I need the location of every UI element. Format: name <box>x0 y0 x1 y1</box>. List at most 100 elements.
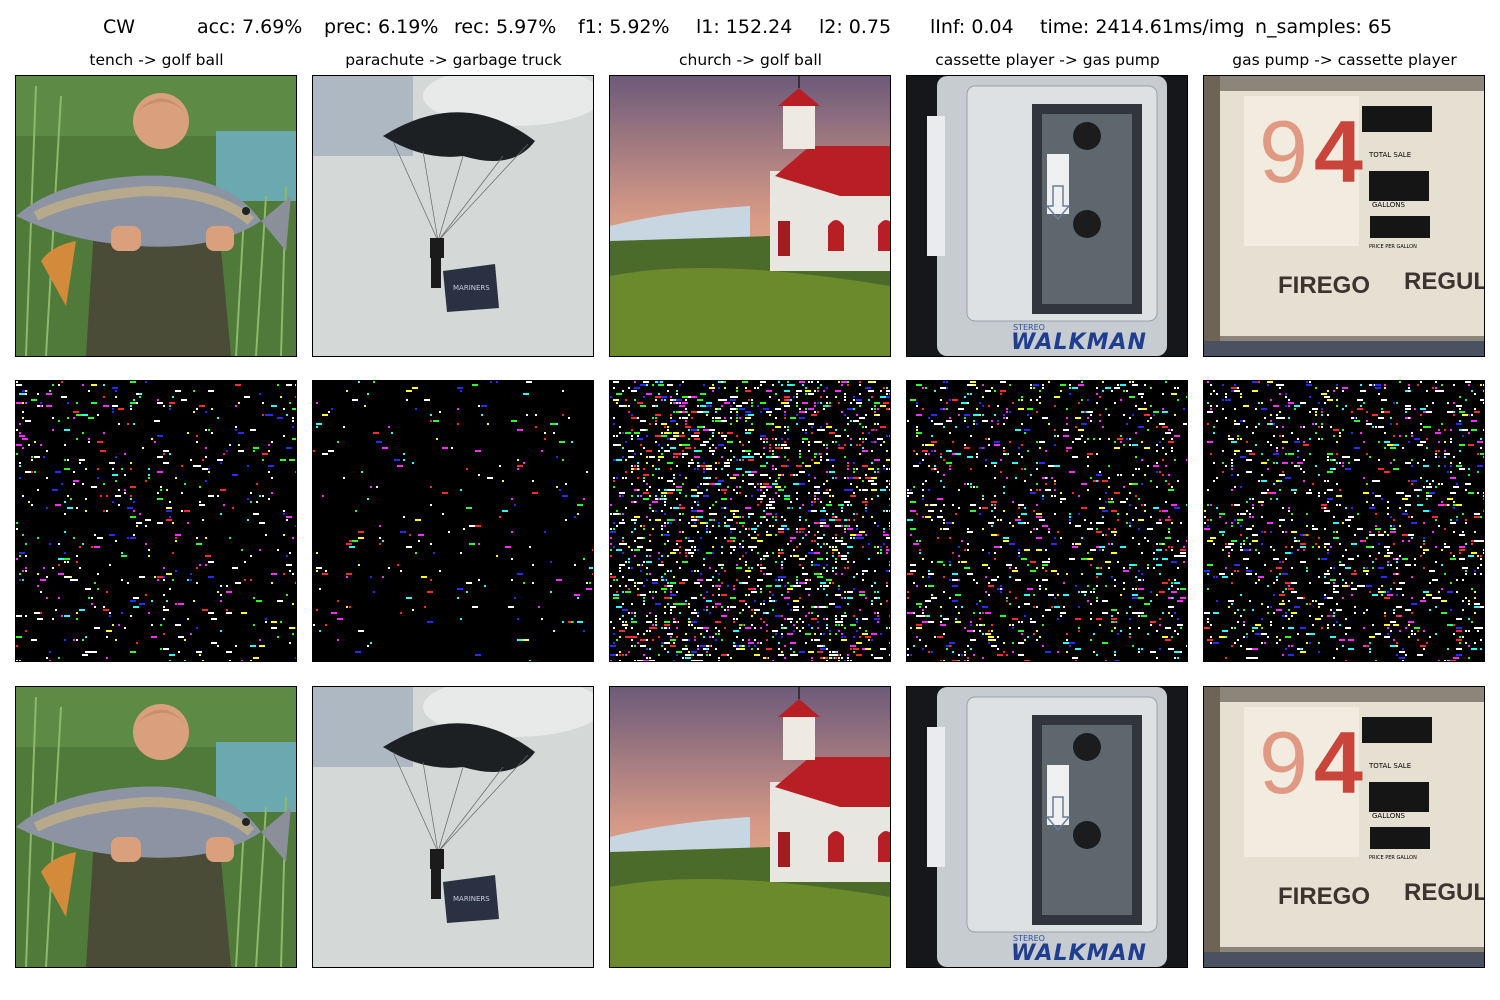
perturbation-pixel <box>853 648 859 650</box>
perturbation-pixel <box>1333 615 1335 617</box>
perturbation-pixel <box>982 657 984 659</box>
perturbation-pixel <box>841 540 843 542</box>
perturbation-pixel <box>655 510 657 512</box>
perturbation-map <box>610 381 890 661</box>
perturbation-pixel <box>253 597 255 599</box>
perturbation-pixel <box>1207 504 1209 506</box>
perturbation-pixel <box>655 420 657 422</box>
perturbation-pixel <box>130 537 136 539</box>
perturbation-pixel <box>1030 531 1032 533</box>
perturbation-pixel <box>1483 549 1484 551</box>
perturbation-pixel <box>1429 570 1435 572</box>
perturbation-pixel <box>220 513 222 515</box>
perturbation-pixel <box>874 381 876 383</box>
perturbation-pixel <box>1165 537 1171 539</box>
perturbation-pixel <box>742 624 744 626</box>
perturbation-pixel <box>1123 390 1125 392</box>
perturbation-pixel <box>625 405 627 407</box>
perturbation-pixel <box>322 453 328 455</box>
perturbation-pixel <box>685 399 687 401</box>
perturbation-pixel <box>646 549 652 551</box>
perturbation-pixel <box>1426 405 1428 407</box>
perturbation-pixel <box>208 612 214 614</box>
perturbation-pixel <box>646 567 648 569</box>
perturbation-pixel <box>652 417 654 419</box>
perturbation-pixel <box>907 654 909 656</box>
perturbation-pixel <box>268 465 274 467</box>
perturbation-pixel <box>250 579 252 581</box>
perturbation-pixel <box>730 396 736 398</box>
perturbation-pixel <box>457 408 459 410</box>
perturbation-pixel <box>34 456 40 458</box>
perturbation-pixel <box>199 654 201 656</box>
perturbation-pixel <box>661 399 663 401</box>
perturbation-pixel <box>535 426 537 428</box>
perturbation-pixel <box>676 402 678 404</box>
perturbation-pixel <box>124 492 126 494</box>
perturbation-pixel <box>1444 546 1450 548</box>
perturbation-pixel <box>1336 483 1338 485</box>
perturbation-pixel <box>850 420 852 422</box>
perturbation-pixel <box>622 432 624 434</box>
perturbation-pixel <box>748 642 754 644</box>
perturbation-pixel <box>1309 603 1311 605</box>
perturbation-pixel <box>943 528 949 530</box>
perturbation-pixel <box>610 504 612 506</box>
perturbation-pixel <box>148 549 150 551</box>
perturbation-pixel <box>589 567 593 569</box>
perturbation-pixel <box>832 552 834 554</box>
perturbation-pixel <box>115 456 117 458</box>
perturbation-pixel <box>1387 591 1389 593</box>
perturbation-pixel <box>820 441 822 443</box>
column-title-1: tench -> golf ball <box>89 51 224 69</box>
perturbation-pixel <box>1330 579 1336 581</box>
perturbation-pixel <box>703 558 705 560</box>
perturbation-pixel <box>1273 462 1275 464</box>
perturbation-pixel <box>706 531 708 533</box>
perturbation-pixel <box>928 489 930 491</box>
perturbation-pixel <box>778 579 780 581</box>
perturbation-pixel <box>265 534 267 536</box>
perturbation-pixel <box>145 525 147 527</box>
perturbation-pixel <box>400 570 402 572</box>
perturbation-pixel <box>829 633 831 635</box>
perturbation-pixel <box>796 627 798 629</box>
perturbation-pixel <box>796 528 798 530</box>
perturbation-pixel <box>160 486 162 488</box>
perturbation-pixel <box>31 471 33 473</box>
perturbation-pixel <box>688 540 694 542</box>
perturbation-pixel <box>1444 660 1446 661</box>
perturbation-pixel <box>253 450 255 452</box>
perturbation-pixel <box>775 444 777 446</box>
perturbation-pixel <box>694 516 696 518</box>
perturbation-pixel <box>646 648 648 650</box>
perturbation-pixel <box>985 390 991 392</box>
perturbation-pixel <box>751 567 753 569</box>
perturbation-pixel <box>1267 381 1273 383</box>
perturbation-pixel <box>1459 396 1461 398</box>
perturbation-pixel <box>205 447 207 449</box>
perturbation-pixel <box>733 630 739 632</box>
perturbation-pixel <box>1210 408 1212 410</box>
perturbation-pixel <box>712 435 714 437</box>
perturbation-pixel <box>562 414 564 416</box>
perturbation-pixel <box>1444 543 1446 545</box>
perturbation-pixel <box>238 444 240 446</box>
perturbation-pixel <box>988 552 990 554</box>
perturbation-pixel <box>220 600 222 602</box>
perturbation-pixel <box>319 567 321 569</box>
perturbation-pixel <box>1477 492 1479 494</box>
perturbation-pixel <box>907 489 909 491</box>
perturbation-pixel <box>631 639 633 641</box>
perturbation-pixel <box>1165 465 1167 467</box>
perturbation-pixel <box>622 477 624 479</box>
perturbation-pixel <box>631 417 637 419</box>
perturbation-pixel <box>1249 543 1251 545</box>
perturbation-pixel <box>1459 648 1461 650</box>
perturbation-pixel <box>631 645 633 647</box>
perturbation-pixel <box>796 582 798 584</box>
perturbation-pixel <box>727 540 733 542</box>
perturbation-pixel <box>799 516 801 518</box>
perturbation-pixel <box>922 444 924 446</box>
perturbation-pixel <box>730 528 736 530</box>
